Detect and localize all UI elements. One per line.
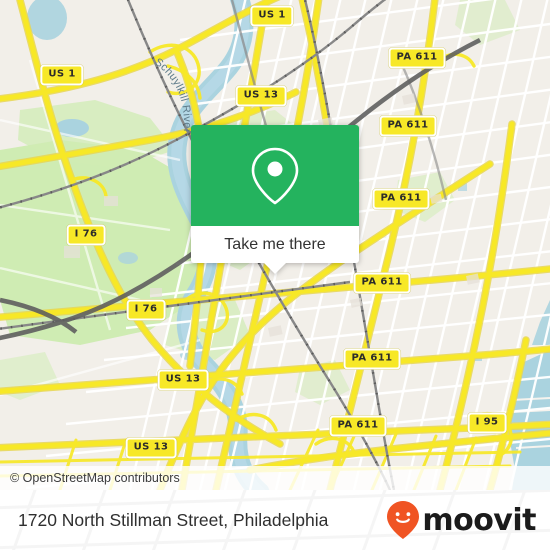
moovit-wordmark: moovit [422, 502, 536, 538]
moovit-logo-pin-icon [387, 501, 420, 539]
route-shield: PA 611 [372, 188, 430, 210]
route-shield: PA 611 [343, 348, 401, 370]
route-shield: I 76 [66, 224, 106, 246]
map-pin-icon [251, 147, 299, 204]
destination-callout-card[interactable]: Take me there [191, 125, 359, 274]
route-shield: PA 611 [388, 47, 446, 69]
route-shield: PA 611 [379, 115, 437, 137]
route-shield: US 1 [40, 64, 84, 86]
route-shield: US 1 [250, 5, 294, 27]
footer-bar: 1720 North Stillman Street, Philadelphia… [0, 490, 550, 550]
osm-attribution-text: © OpenStreetMap contributors [10, 471, 180, 485]
callout-pointer-tail [264, 263, 286, 274]
route-shield: I 95 [467, 412, 507, 434]
callout-icon-area [191, 125, 359, 226]
map-screenshot: Schuylkill River US 1 US 1 US 13 PA 611 PA 6… [0, 0, 550, 550]
osm-attribution-bar: © OpenStreetMap contributors [0, 466, 550, 490]
route-shield: US 13 [157, 369, 209, 391]
route-shield: PA 611 [329, 415, 387, 437]
map-canvas[interactable]: Schuylkill River US 1 US 1 US 13 PA 611 PA 6… [0, 0, 550, 490]
callout-action-area[interactable]: Take me there [191, 226, 359, 274]
address-label: 1720 North Stillman Street, Philadelphia [18, 509, 329, 530]
route-shield: US 13 [235, 85, 287, 107]
route-shield: PA 611 [353, 272, 411, 294]
take-me-there-label: Take me there [224, 235, 326, 253]
route-shield: US 13 [125, 437, 177, 459]
moovit-brand[interactable]: moovit [386, 500, 536, 540]
route-shield: I 76 [126, 299, 166, 321]
